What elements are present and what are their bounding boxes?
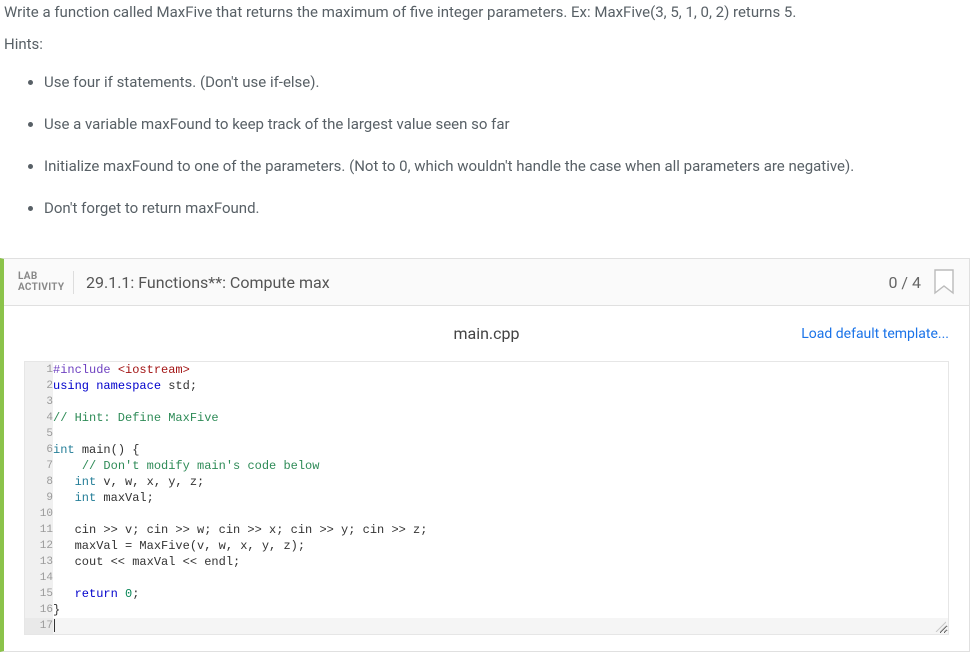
code-content[interactable]: cout << maxVal << endl;	[53, 554, 948, 570]
code-line[interactable]: 6int main() {	[25, 442, 948, 458]
code-line[interactable]: 10	[25, 506, 948, 522]
resize-grip-icon[interactable]	[934, 620, 946, 632]
line-number: 6	[25, 442, 53, 458]
line-number: 13	[25, 554, 53, 570]
hint-item: Use four if statements. (Don't use if-el…	[44, 70, 966, 94]
code-line[interactable]: 9 int maxVal;	[25, 490, 948, 506]
code-content[interactable]: cin >> v; cin >> w; cin >> x; cin >> y; …	[53, 522, 948, 538]
code-line[interactable]: 1#include <iostream>	[25, 362, 948, 378]
line-number: 7	[25, 458, 53, 474]
lab-activity-label: LAB ACTIVITY	[18, 271, 74, 294]
hints-list: Use four if statements. (Don't use if-el…	[4, 70, 966, 220]
code-line[interactable]: 7 // Don't modify main's code below	[25, 458, 948, 474]
line-number: 16	[25, 602, 53, 618]
code-line[interactable]: 5	[25, 426, 948, 442]
line-number: 2	[25, 378, 53, 394]
code-line[interactable]: 8 int v, w, x, y, z;	[25, 474, 948, 490]
line-number: 10	[25, 506, 53, 522]
lab-activity-line2: ACTIVITY	[18, 282, 61, 294]
code-content[interactable]	[53, 426, 948, 442]
code-content[interactable]: using namespace std;	[53, 378, 948, 394]
code-content[interactable]: }	[53, 602, 948, 618]
lab-header: LAB ACTIVITY 29.1.1: Functions**: Comput…	[4, 259, 969, 306]
hint-item: Don't forget to return maxFound.	[44, 196, 966, 220]
prompt-text: Write a function called MaxFive that ret…	[4, 0, 966, 24]
file-name: main.cpp	[332, 324, 640, 343]
hint-item: Initialize maxFound to one of the parame…	[44, 154, 966, 178]
problem-instructions: Write a function called MaxFive that ret…	[0, 0, 970, 250]
hints-label: Hints:	[4, 32, 966, 56]
line-number: 4	[25, 410, 53, 426]
lab-title: 29.1.1: Functions**: Compute max	[86, 273, 888, 292]
code-line[interactable]: 17	[25, 618, 948, 634]
text-cursor	[54, 619, 55, 632]
code-line[interactable]: 3	[25, 394, 948, 410]
lab-score: 0 / 4	[888, 273, 921, 292]
code-content[interactable]: maxVal = MaxFive(v, w, x, y, z);	[53, 538, 948, 554]
code-content[interactable]: // Hint: Define MaxFive	[53, 410, 948, 426]
line-number: 17	[25, 618, 53, 634]
load-default-template-link[interactable]: Load default template...	[801, 326, 949, 342]
code-line[interactable]: 15 return 0;	[25, 586, 948, 602]
code-line[interactable]: 12 maxVal = MaxFive(v, w, x, y, z);	[25, 538, 948, 554]
code-content[interactable]: int maxVal;	[53, 490, 948, 506]
code-content[interactable]	[53, 506, 948, 522]
code-content[interactable]	[53, 570, 948, 586]
line-number: 11	[25, 522, 53, 538]
code-line[interactable]: 14	[25, 570, 948, 586]
code-content[interactable]: #include <iostream>	[53, 362, 948, 378]
code-content[interactable]: return 0;	[53, 586, 948, 602]
code-line[interactable]: 11 cin >> v; cin >> w; cin >> x; cin >> …	[25, 522, 948, 538]
line-number: 15	[25, 586, 53, 602]
hint-item: Use a variable maxFound to keep track of…	[44, 112, 966, 136]
line-number: 9	[25, 490, 53, 506]
code-content[interactable]: int main() {	[53, 442, 948, 458]
code-content[interactable]: int v, w, x, y, z;	[53, 474, 948, 490]
code-content[interactable]	[53, 618, 948, 634]
line-number: 12	[25, 538, 53, 554]
lab-activity-line1: LAB	[18, 271, 61, 283]
code-editor[interactable]: 1#include <iostream>2using namespace std…	[24, 361, 949, 635]
code-line[interactable]: 4// Hint: Define MaxFive	[25, 410, 948, 426]
line-number: 3	[25, 394, 53, 410]
code-line[interactable]: 16}	[25, 602, 948, 618]
lab-card: LAB ACTIVITY 29.1.1: Functions**: Comput…	[0, 258, 970, 652]
line-number: 1	[25, 362, 53, 378]
code-line[interactable]: 2using namespace std;	[25, 378, 948, 394]
code-content[interactable]	[53, 394, 948, 410]
code-line[interactable]: 13 cout << maxVal << endl;	[25, 554, 948, 570]
bookmark-icon[interactable]	[933, 269, 955, 295]
line-number: 14	[25, 570, 53, 586]
line-number: 8	[25, 474, 53, 490]
code-content[interactable]: // Don't modify main's code below	[53, 458, 948, 474]
line-number: 5	[25, 426, 53, 442]
file-bar: main.cpp Load default template...	[4, 306, 969, 357]
